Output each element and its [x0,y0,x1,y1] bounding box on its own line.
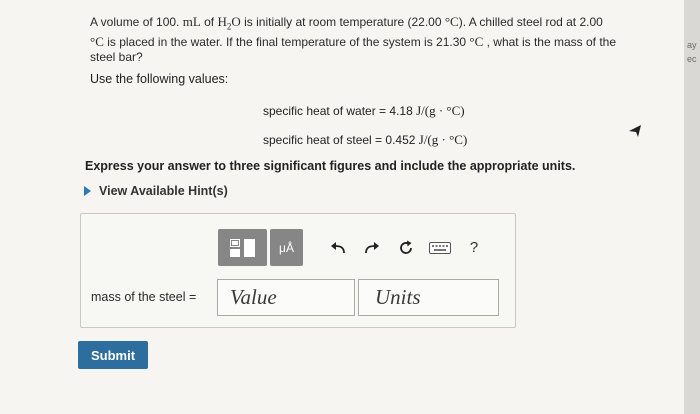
view-hints-link[interactable]: View Available Hint(s) [84,184,228,198]
unit-celsius: °C [90,34,104,50]
keyboard-icon [429,241,451,254]
submit-label: Submit [90,347,136,363]
answer-label: mass of the steel = [91,290,197,304]
heat-steel-text: specific heat of steel = 0.452 [263,133,419,147]
templates-icon [229,238,255,257]
problem-text: is placed in the water. If the final tem… [103,35,470,50]
expand-triangle-icon [84,186,91,196]
templates-button[interactable] [218,229,267,266]
reset-button[interactable] [389,232,423,264]
heat-water-unit: J/(g · °C) [416,103,465,118]
problem-text: of [200,15,218,29]
undo-icon [331,241,345,253]
redo-button[interactable] [355,232,389,264]
edge-text-fragment: ec [687,54,697,64]
edge-text-fragment: ay [687,40,697,50]
heat-steel-unit: J/(g · °C) [418,132,468,147]
submit-button[interactable]: Submit [78,341,148,369]
problem-line-2: °C is placed in the water. If the final … [90,34,660,50]
units-input[interactable]: Units [358,279,499,316]
hint-label: View Available Hint(s) [99,184,228,198]
math-toolbar: μÅ ? [218,229,496,266]
help-button[interactable]: ? [457,232,491,264]
reset-icon [400,240,412,254]
undo-button[interactable] [321,232,355,264]
help-icon: ? [469,239,479,256]
units-placeholder: Units [375,285,421,309]
units-symbol-button[interactable]: μÅ [270,229,303,266]
value-placeholder: Value [230,285,277,309]
mu-angstrom-icon: μÅ [279,240,294,255]
formula-o: O [231,14,241,29]
problem-line-1: A volume of 100. mL of H2O is initially … [90,14,660,34]
unit-celsius: °C [444,14,459,29]
formula-h: H [217,14,227,29]
heat-water-text: specific heat of water = 4.18 [263,104,417,118]
problem-line-3: steel bar? [90,50,143,65]
unit-ml: mL [182,14,201,29]
problem-text: is initially at room temperature (22.00 [240,15,445,29]
adjacent-window-edge: ay ec [684,0,700,414]
mouse-cursor-icon [629,125,641,137]
problem-text: A volume of 100. [90,15,183,29]
heat-steel-line: specific heat of steel = 0.452 J/(g · °C… [263,132,467,148]
problem-text: , what is the mass of the [483,35,617,50]
unit-celsius: °C [469,34,484,50]
problem-page: A volume of 100. mL of H2O is initially … [0,0,684,414]
problem-statement: A volume of 100. mL of H2O is initially … [90,14,660,65]
heat-water-line: specific heat of water = 4.18 J/(g · °C) [263,103,465,119]
problem-text: ). A chilled steel rod at 2.00 [458,15,603,29]
redo-icon [365,241,379,253]
value-input[interactable]: Value [217,279,355,316]
instruction-text: Express your answer to three significant… [85,159,576,173]
keyboard-button[interactable] [423,232,457,264]
use-values-label: Use the following values: [90,72,229,86]
